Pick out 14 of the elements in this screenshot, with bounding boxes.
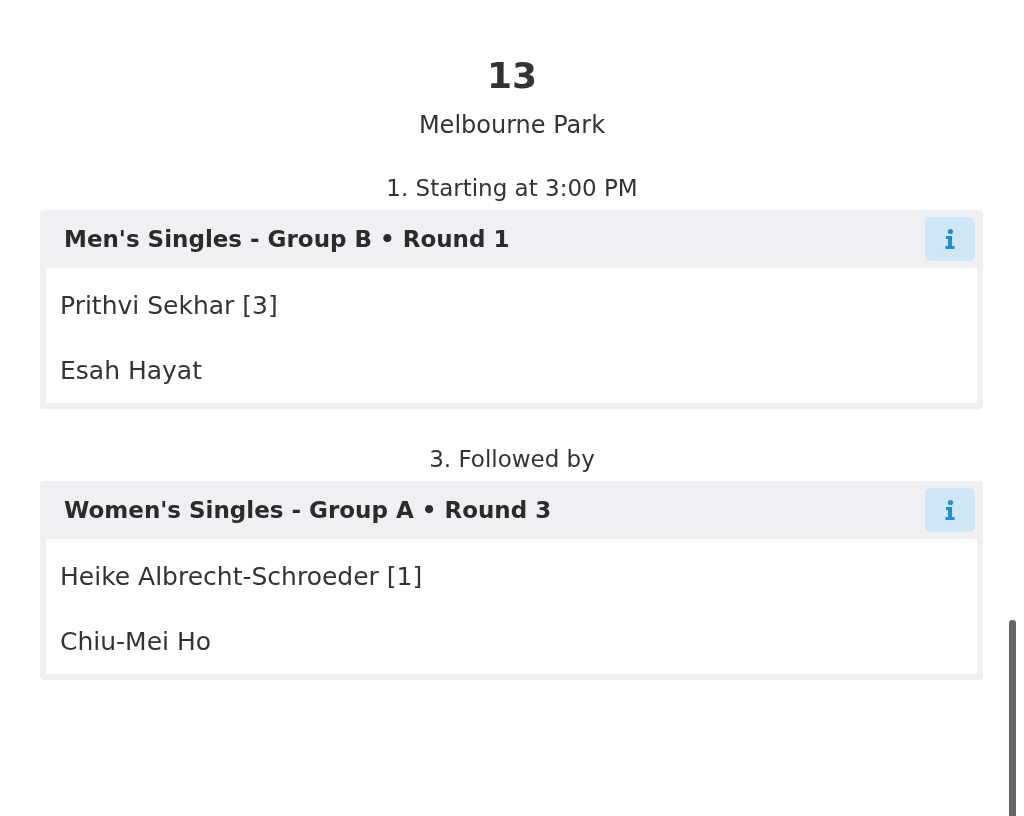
info-icon: [944, 228, 956, 250]
info-button[interactable]: [925, 217, 975, 261]
court-number: 13: [485, 54, 539, 98]
match-order-label: 3. Followed by: [428, 445, 596, 474]
match-title: Men's Singles - Group B • Round 1: [64, 226, 510, 252]
player-name: Prithvi Sekhar [3]: [60, 290, 279, 322]
info-button[interactable]: [925, 488, 975, 532]
match-title: Women's Singles - Group A • Round 3: [64, 497, 552, 523]
player-name: Chiu-Mei Ho: [60, 626, 213, 658]
player-name: Heike Albrecht-Schroeder [1]: [60, 561, 424, 593]
match-order-label: 1. Starting at 3:00 PM: [385, 174, 639, 203]
player-name: Esah Hayat: [60, 355, 203, 387]
info-icon: [944, 499, 956, 521]
venue-name: Melbourne Park: [417, 110, 607, 141]
